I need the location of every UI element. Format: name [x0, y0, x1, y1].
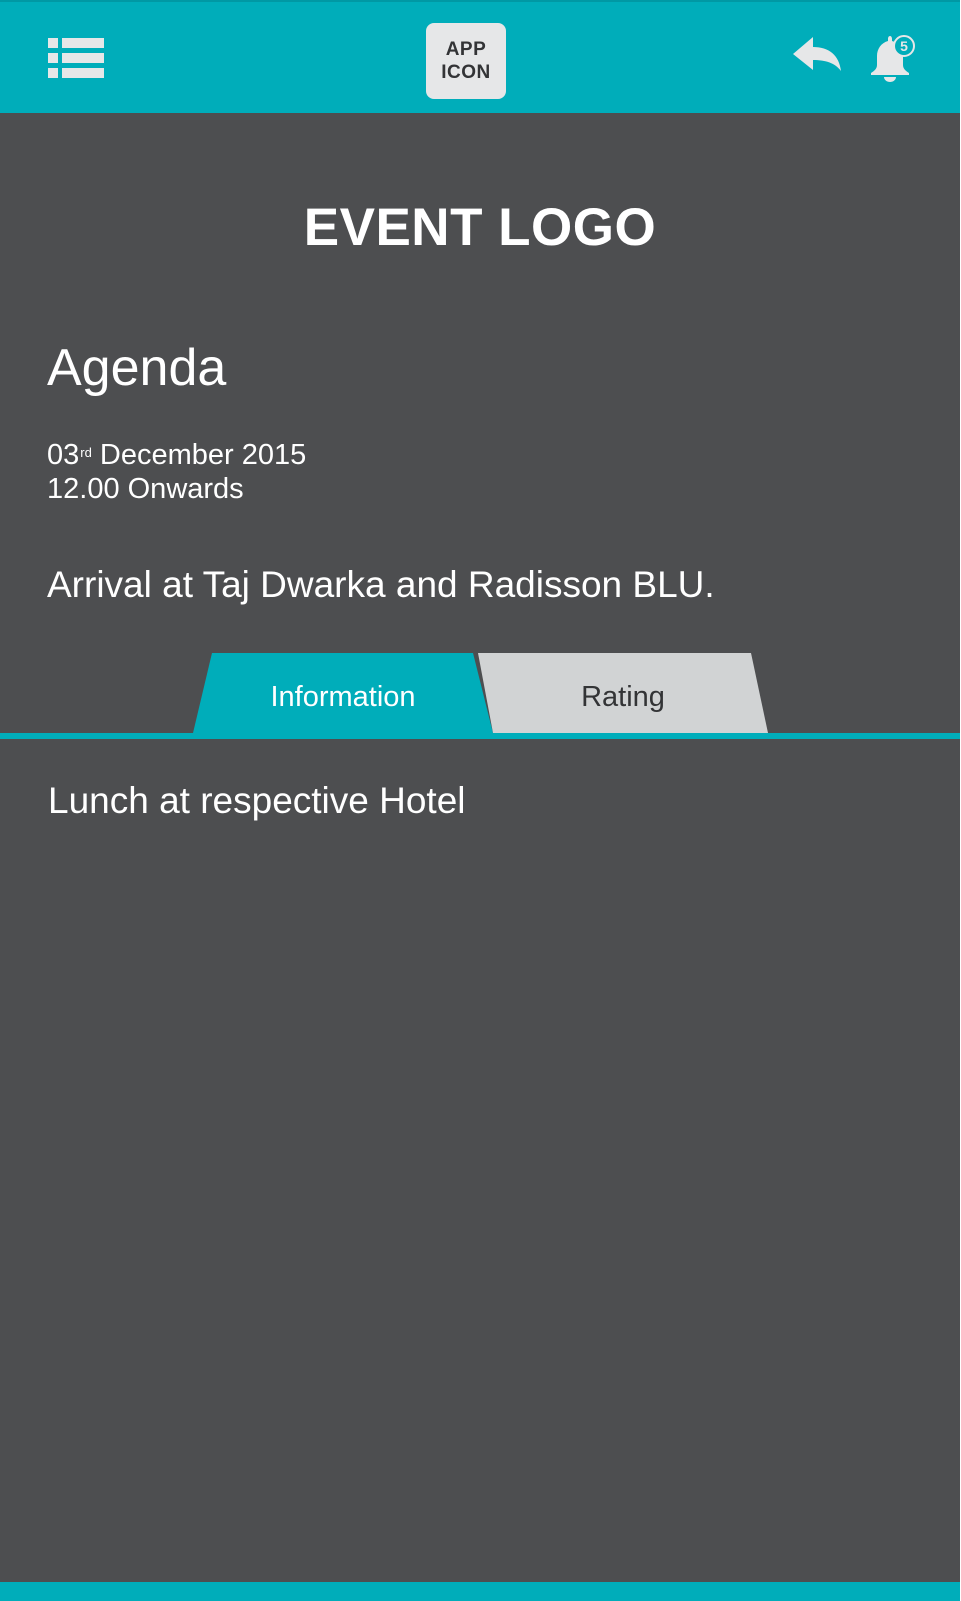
notification-count-badge: 5 [893, 35, 915, 57]
tab-underline [0, 733, 960, 739]
tab-bar: Information Rating [0, 653, 960, 733]
app-icon-line-1: APP [445, 39, 487, 60]
information-content: Lunch at respective Hotel [48, 780, 466, 821]
date-month-year: December 2015 [91, 439, 307, 471]
tab-information-label: Information [270, 681, 416, 713]
tab-information[interactable]: Information [193, 653, 493, 733]
top-header: APP ICON 5 [0, 0, 960, 113]
agenda-time: 12.00 Onwards [47, 473, 244, 505]
reply-arrow-icon[interactable] [793, 37, 841, 73]
page-title: Agenda [47, 339, 227, 397]
app-frame: APP ICON 5 EVENT LOGO Agenda 03rd Decemb… [0, 0, 960, 1601]
footer-bar [0, 1582, 960, 1601]
tab-rating-label: Rating [581, 681, 665, 713]
app-icon[interactable]: APP ICON [426, 23, 506, 99]
agenda-screen: APP ICON 5 EVENT LOGO Agenda 03rd Decemb… [0, 0, 961, 1601]
list-menu-icon[interactable] [48, 38, 104, 78]
event-logo: EVENT LOGO [303, 198, 657, 257]
date-day: 03 [47, 439, 80, 471]
agenda-subtitle: Arrival at Taj Dwarka and Radisson BLU. [47, 564, 715, 605]
tab-rating[interactable]: Rating [478, 653, 768, 733]
app-icon-line-2: ICON [441, 62, 491, 83]
date-suffix: rd [80, 445, 92, 460]
